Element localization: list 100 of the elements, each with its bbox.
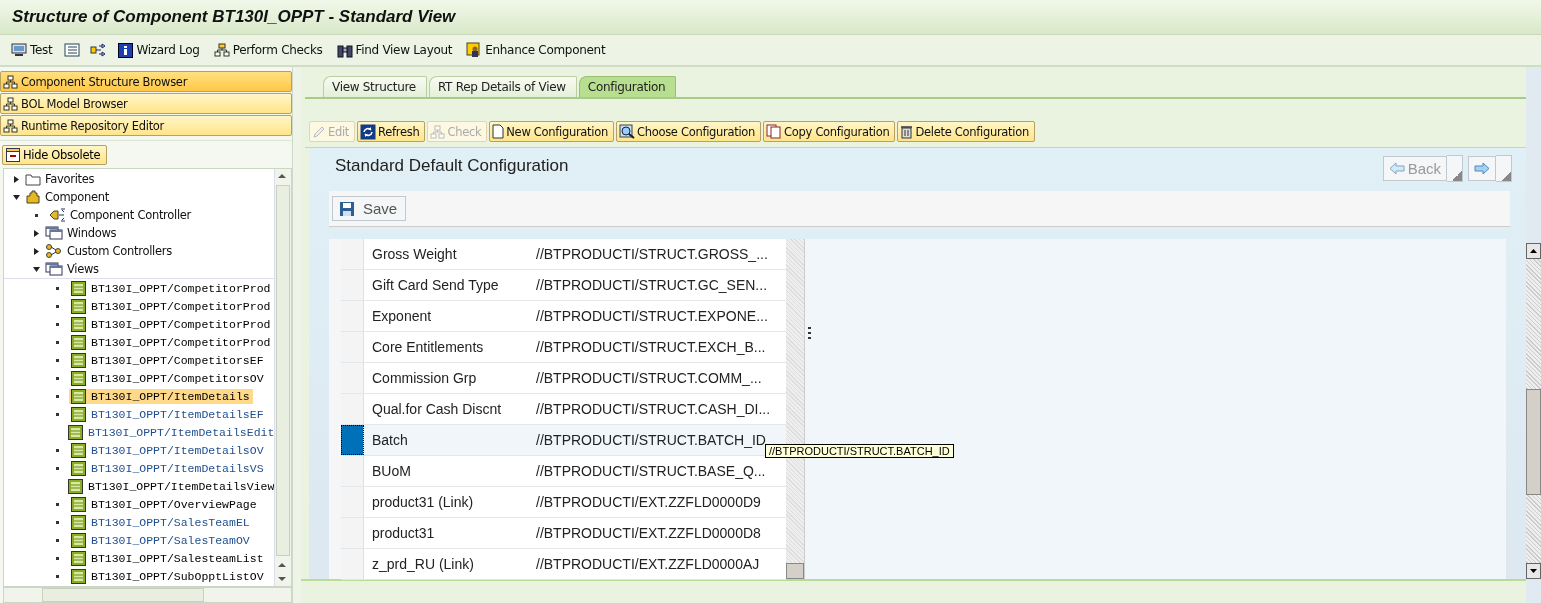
toolbar-button[interactable]: Refresh bbox=[357, 121, 426, 142]
tree-row[interactable]: BT130I_OPPT/CompetitorsEF bbox=[69, 352, 267, 368]
tree-row[interactable]: BT130I_OPPT/OverviewPage bbox=[69, 496, 260, 512]
toolbar-button[interactable]: Wizard Log bbox=[113, 40, 205, 60]
row-selector[interactable] bbox=[341, 425, 364, 455]
window-title: Structure of Component BT130I_OPPT - Standard View bbox=[12, 7, 456, 27]
view-item[interactable]: BT130I_OPPT/CompetitorsEF bbox=[90, 353, 265, 367]
hierarchy-icon bbox=[213, 42, 230, 58]
tree-row[interactable]: BT130I_OPPT/SalesteamList bbox=[69, 550, 267, 566]
tooltip: //BTPRODUCTI/STRUCT.BATCH_ID bbox=[765, 444, 954, 458]
toolbar-button[interactable]: Copy Configuration bbox=[763, 121, 896, 142]
table-cell-text: Gross Weight bbox=[371, 246, 458, 262]
bullet-icon bbox=[56, 556, 59, 560]
bullet-icon bbox=[56, 376, 59, 380]
expand-right-icon[interactable] bbox=[12, 175, 21, 183]
tree-item[interactable]: Windows bbox=[4, 224, 274, 242]
tree-row[interactable]: BT130I_OPPT/CompetitorProd bbox=[69, 298, 274, 314]
view-grid-icon bbox=[71, 568, 86, 584]
view-item[interactable]: BT130I_OPPT/ItemDetailsEF bbox=[90, 407, 265, 421]
view-grid-icon bbox=[68, 478, 83, 494]
table-cell-text: Exponent bbox=[371, 308, 433, 324]
dropdown-corner-icon[interactable] bbox=[1496, 154, 1512, 182]
magnifier-icon bbox=[618, 124, 635, 139]
hierarchy-icon bbox=[430, 124, 446, 139]
tree-row[interactable]: BT130I_OPPT/ItemDetailsEdit bbox=[66, 424, 274, 440]
tree-item[interactable]: Favorites bbox=[4, 170, 274, 188]
view-grid-icon bbox=[71, 352, 86, 368]
tree-row[interactable]: BT130I_OPPT/SubOpptListOV bbox=[69, 568, 267, 584]
toolbar-button[interactable]: New Configuration bbox=[489, 121, 614, 142]
table-cell: //BTPRODUCTI/STRUCT.GC_SEN... bbox=[536, 277, 768, 293]
tree-row[interactable]: BT130I_OPPT/SalesTeamEL bbox=[69, 514, 253, 530]
view-item[interactable]: BT130I_OPPT/ItemDetails bbox=[90, 389, 251, 403]
view-item[interactable]: BT130I_OPPT/ItemDetailsVS bbox=[90, 461, 265, 475]
tree-row[interactable]: BT130I_OPPT/ItemDetailsEF bbox=[69, 406, 267, 422]
view-item[interactable]: BT130I_OPPT/SubOpptListOV bbox=[90, 569, 265, 583]
toolbar-button[interactable]: Delete Configuration bbox=[897, 121, 1035, 142]
table-cell-text: product31 bbox=[371, 525, 436, 541]
tree-row[interactable]: BT130I_OPPT/ItemDetailsOV bbox=[69, 442, 267, 458]
view-item[interactable]: BT130I_OPPT/ItemDetailsView bbox=[87, 479, 274, 493]
bullet-icon bbox=[56, 448, 59, 452]
view-item[interactable]: BT130I_OPPT/OverviewPage bbox=[90, 497, 258, 511]
table-cell: //BTPRODUCTI/STRUCT.EXPONE... bbox=[536, 308, 768, 324]
splitter-handle-icon[interactable] bbox=[808, 327, 811, 341]
nav-button[interactable]: BOL Model Browser bbox=[0, 93, 292, 114]
table-cell: //BTPRODUCTI/STRUCT.BASE_Q... bbox=[536, 463, 766, 479]
tab[interactable]: View Structure bbox=[323, 76, 427, 97]
binoculars-icon bbox=[336, 42, 353, 58]
scrollbar[interactable] bbox=[1526, 243, 1541, 579]
bullet-icon bbox=[56, 304, 59, 308]
tree-row[interactable]: BT130I_OPPT/CompetitorsOV bbox=[69, 370, 267, 386]
view-grid-icon bbox=[71, 532, 86, 548]
tree-item[interactable]: Component bbox=[4, 188, 274, 206]
expand-down-icon[interactable] bbox=[12, 194, 21, 200]
view-item[interactable]: BT130I_OPPT/ItemDetailsOV bbox=[90, 443, 265, 457]
expand-down-icon[interactable] bbox=[32, 266, 41, 272]
selection-highlight[interactable]: BT130I_OPPT/ItemDetails bbox=[69, 388, 253, 404]
scrollbar[interactable] bbox=[274, 169, 291, 586]
expand-right-icon[interactable] bbox=[32, 229, 41, 237]
bullet-icon bbox=[56, 340, 59, 344]
horizontal-scrollbar[interactable] bbox=[3, 587, 292, 603]
tab[interactable]: RT Rep Details of View bbox=[428, 76, 577, 97]
bullet-icon bbox=[56, 520, 59, 524]
forward-button[interactable] bbox=[1468, 155, 1496, 181]
toolbar-button[interactable]: Test bbox=[6, 41, 58, 59]
scroll-up-icon[interactable] bbox=[1526, 243, 1541, 259]
toolbar-button[interactable]: Perform Checks bbox=[208, 40, 328, 60]
hierarchy-icon bbox=[3, 96, 18, 111]
view-item[interactable]: BT130I_OPPT/CompetitorProd bbox=[90, 281, 272, 295]
trash-icon bbox=[900, 124, 914, 139]
view-item[interactable]: BT130I_OPPT/CompetitorProd bbox=[90, 317, 272, 331]
toolbar-button[interactable]: Find View Layout bbox=[331, 40, 458, 60]
save-button[interactable]: Save bbox=[332, 196, 407, 221]
view-item[interactable]: BT130I_OPPT/SalesTeamOV bbox=[90, 533, 251, 547]
tree-item[interactable]: Component Controller bbox=[4, 206, 274, 224]
tree-row[interactable]: BT130I_OPPT/ItemDetailsView bbox=[66, 478, 274, 494]
tree-row[interactable]: BT130I_OPPT/CompetitorProd bbox=[69, 316, 274, 332]
tree-row[interactable]: BT130I_OPPT/CompetitorProd bbox=[69, 280, 274, 296]
view-item[interactable]: BT130I_OPPT/ItemDetailsEdit bbox=[87, 425, 274, 439]
view-item[interactable]: BT130I_OPPT/CompetitorProd bbox=[90, 335, 272, 349]
tree-item[interactable]: Custom Controllers bbox=[4, 242, 274, 260]
view-item[interactable]: BT130I_OPPT/CompetitorProd bbox=[90, 299, 272, 313]
tree-row[interactable]: BT130I_OPPT/ItemDetailsVS bbox=[69, 460, 267, 476]
toolbar-button[interactable]: Choose Configuration bbox=[615, 121, 762, 142]
view-item[interactable]: BT130I_OPPT/SalesteamList bbox=[90, 551, 265, 565]
expand-right-icon[interactable] bbox=[32, 247, 41, 255]
tree-item[interactable]: Views bbox=[4, 260, 274, 278]
dropdown-corner-icon[interactable] bbox=[1447, 154, 1463, 182]
view-item[interactable]: BT130I_OPPT/CompetitorsOV bbox=[90, 371, 265, 385]
scroll-down-icon[interactable] bbox=[1526, 563, 1541, 579]
scroll-thumb[interactable] bbox=[1526, 389, 1541, 495]
view-item[interactable]: BT130I_OPPT/SalesTeamEL bbox=[90, 515, 251, 529]
toolbar-button[interactable]: Enhance Component bbox=[461, 40, 611, 60]
tab[interactable]: Configuration bbox=[578, 76, 677, 97]
tree-row[interactable]: BT130I_OPPT/SalesTeamOV bbox=[69, 532, 253, 548]
hide-obsolete-button[interactable]: Hide Obsolete bbox=[2, 145, 108, 165]
view-grid-icon bbox=[71, 316, 86, 332]
tree-row[interactable]: BT130I_OPPT/CompetitorProd bbox=[69, 334, 274, 350]
nav-button[interactable]: Runtime Repository Editor bbox=[0, 115, 292, 136]
refresh-icon bbox=[360, 123, 377, 140]
nav-button[interactable]: Component Structure Browser bbox=[0, 71, 292, 92]
